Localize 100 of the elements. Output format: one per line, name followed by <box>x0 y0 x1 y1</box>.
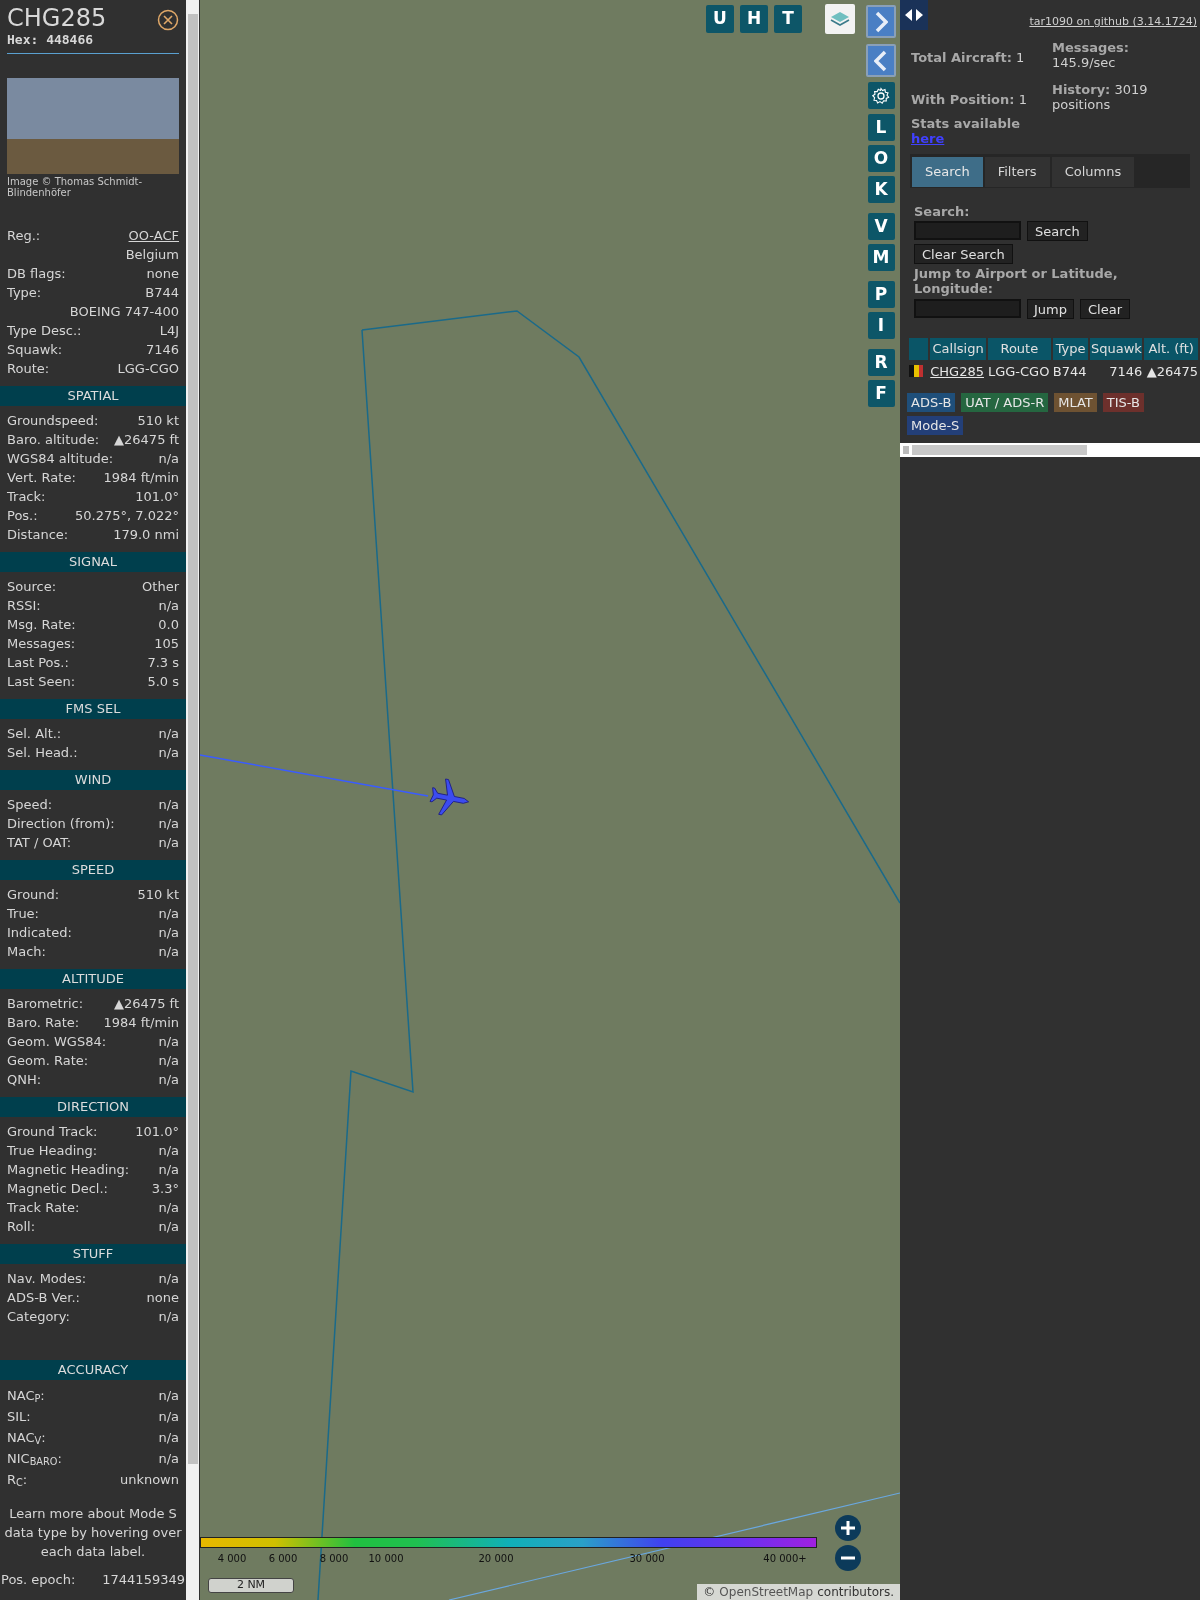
github-link[interactable]: tar1090 on github (3.14.1724) <box>1029 14 1197 31</box>
field-value: n/a <box>158 923 179 942</box>
airplane-icon[interactable] <box>429 778 470 816</box>
field-label: Speed: <box>7 795 53 814</box>
altitude-label: 30 000 <box>629 1552 665 1566</box>
field-label: Indicated: <box>7 923 72 942</box>
section-header: DIRECTION <box>0 1097 186 1117</box>
section-header: STUFF <box>0 1244 186 1264</box>
field-value: 1984 ft/min <box>103 1013 179 1032</box>
help-note: Learn more about Mode S data type by hovering over each data label. <box>3 1505 183 1561</box>
field-label: Track: <box>7 487 46 506</box>
field-label: R$_{C}$: <box>7 1470 28 1490</box>
clear-button[interactable]: Clear <box>1080 298 1130 319</box>
source-tag: MLAT <box>1054 393 1097 412</box>
source-tag: TIS-B <box>1102 393 1144 412</box>
hex-code: Hex: 448466 <box>7 32 95 47</box>
map-button[interactable]: T <box>774 5 802 33</box>
scrollbar-thumb[interactable] <box>187 14 198 1464</box>
field-value: n/a <box>158 1407 179 1426</box>
close-icon <box>157 9 179 31</box>
field-value: Belgium <box>125 245 179 264</box>
field-value: 3.3° <box>151 1179 179 1198</box>
field-value: L4J <box>159 321 179 340</box>
left-right-arrows-icon <box>904 8 924 22</box>
plus-icon <box>840 1520 856 1536</box>
field-label: RSSI: <box>7 596 41 615</box>
field-label: Sel. Head.: <box>7 743 78 762</box>
column-header[interactable]: Callsign <box>930 337 986 360</box>
tab[interactable]: Columns <box>1051 156 1135 187</box>
map-button[interactable]: K <box>867 176 895 203</box>
field-label: Ground Track: <box>7 1122 98 1141</box>
field-label: DB flags: <box>7 264 66 283</box>
callsign-link[interactable]: CHG285 <box>930 361 986 381</box>
clear-search-button[interactable]: Clear Search <box>914 243 1013 264</box>
map-button[interactable]: L <box>867 114 895 141</box>
source-tag: ADS-B <box>907 393 956 412</box>
column-header[interactable]: Alt. (ft) <box>1144 337 1198 360</box>
field-value: n/a <box>158 743 179 762</box>
field-label: Type Desc.: <box>7 321 82 340</box>
jump-field[interactable] <box>914 299 1021 318</box>
map-button[interactable]: H <box>740 5 768 33</box>
field-value: n/a <box>158 724 179 743</box>
field-label: Route: <box>7 359 50 378</box>
field-label: Distance: <box>7 525 69 544</box>
layers-icon <box>830 10 850 28</box>
field-value: BOEING 747-400 <box>69 302 179 321</box>
stats-note: Stats available <box>911 115 1021 131</box>
settings-button[interactable] <box>867 82 895 109</box>
map-button[interactable]: R <box>867 349 895 376</box>
field-label: Baro. altitude: <box>7 430 100 449</box>
section-header: FMS SEL <box>0 699 186 719</box>
field-value: n/a <box>158 1386 179 1405</box>
table-cell-text: ▲26475 <box>1145 362 1198 381</box>
registration-link[interactable]: OO-ACF <box>128 225 179 246</box>
field-label: NAC$_{V}$: <box>7 1428 46 1448</box>
field-label: Category: <box>7 1307 70 1326</box>
altitude-label: 10 000 <box>368 1552 404 1566</box>
field-value: 5.0 s <box>147 672 179 691</box>
field-label: Source: <box>7 577 57 596</box>
field-label: Roll: <box>7 1217 35 1236</box>
map-button[interactable]: U <box>706 5 734 33</box>
panel-toggle-button[interactable] <box>900 0 928 30</box>
openstreetmap-link[interactable]: OpenStreetMap <box>719 1583 814 1600</box>
tab[interactable]: Filters <box>984 156 1050 187</box>
zoom-out-button[interactable] <box>835 1545 861 1571</box>
map-button[interactable]: P <box>867 281 895 308</box>
field-label: Nav. Modes: <box>7 1269 87 1288</box>
field-value: n/a <box>158 1032 179 1051</box>
scrollbar[interactable] <box>186 0 199 1600</box>
field-label: Last Pos.: <box>7 653 69 672</box>
stat-text: Messages: 145.9/sec <box>1052 39 1131 70</box>
zoom-in-button[interactable] <box>835 1515 861 1541</box>
scale-bar: 2 NM <box>208 1578 294 1593</box>
field-value: n/a <box>158 795 179 814</box>
horizontal-scrollbar[interactable] <box>900 443 1200 457</box>
tab[interactable]: Search <box>912 156 983 187</box>
map-button[interactable]: O <box>867 145 895 172</box>
close-button[interactable] <box>157 9 179 31</box>
column-header[interactable]: Squawk <box>1090 337 1143 360</box>
section-header: SPATIAL <box>0 386 186 406</box>
field-value: n/a <box>158 904 179 923</box>
field-label: Vert. Rate: <box>7 468 76 487</box>
field-label: Sel. Alt.: <box>7 724 62 743</box>
previous-button[interactable] <box>866 44 896 77</box>
field-value: 179.0 nmi <box>113 525 179 544</box>
map-button[interactable]: V <box>867 213 895 240</box>
column-header[interactable]: Route <box>987 337 1051 360</box>
section-header: ACCURACY <box>0 1360 186 1380</box>
column-header[interactable]: Type <box>1052 337 1089 360</box>
map-button[interactable]: I <box>867 312 895 339</box>
jump-button[interactable]: Jump <box>1027 298 1074 319</box>
map-button[interactable]: M <box>867 244 895 271</box>
layers-button[interactable] <box>825 4 855 34</box>
search-button[interactable]: Search <box>1027 220 1088 241</box>
map-button[interactable]: F <box>867 380 895 407</box>
altitude-label: 20 000 <box>478 1552 514 1566</box>
search-field[interactable] <box>914 221 1021 240</box>
field-value: n/a <box>158 833 179 852</box>
field-value: B744 <box>145 283 179 302</box>
attribution-text: contributors. <box>817 1584 894 1600</box>
